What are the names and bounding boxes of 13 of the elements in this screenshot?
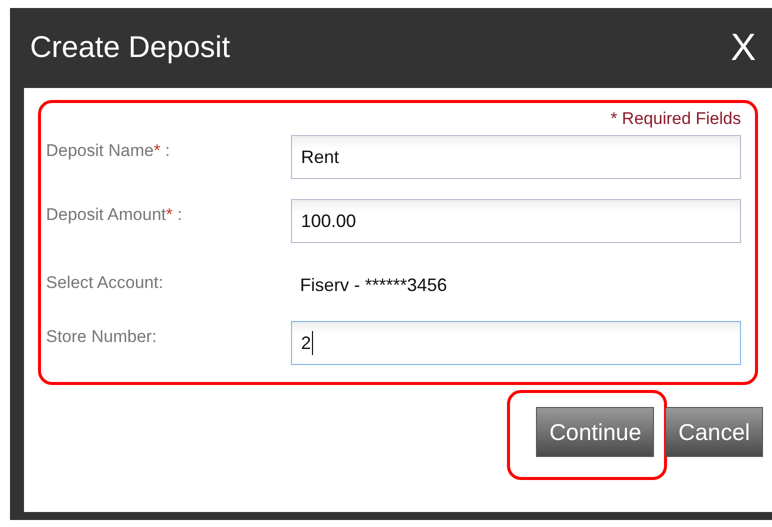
continue-button[interactable]: Continue (536, 407, 654, 457)
input-field[interactable]: 2 (291, 321, 741, 365)
cancel-button[interactable]: Cancel (665, 407, 763, 457)
dialog-title: Create Deposit (30, 31, 230, 65)
field-label: Select Account: (46, 272, 164, 293)
required-fields-note: * Required Fields (610, 109, 742, 129)
input-field[interactable]: 100.00 (291, 199, 741, 243)
field-label: Deposit Amount* : (46, 204, 184, 225)
account-value: Fiserv - ******3456 (299, 274, 448, 296)
input-field[interactable]: Rent (291, 135, 741, 179)
close-button[interactable]: X (730, 29, 756, 67)
field-label: Deposit Name* : (46, 140, 171, 161)
field-label: Store Number: (46, 326, 158, 347)
